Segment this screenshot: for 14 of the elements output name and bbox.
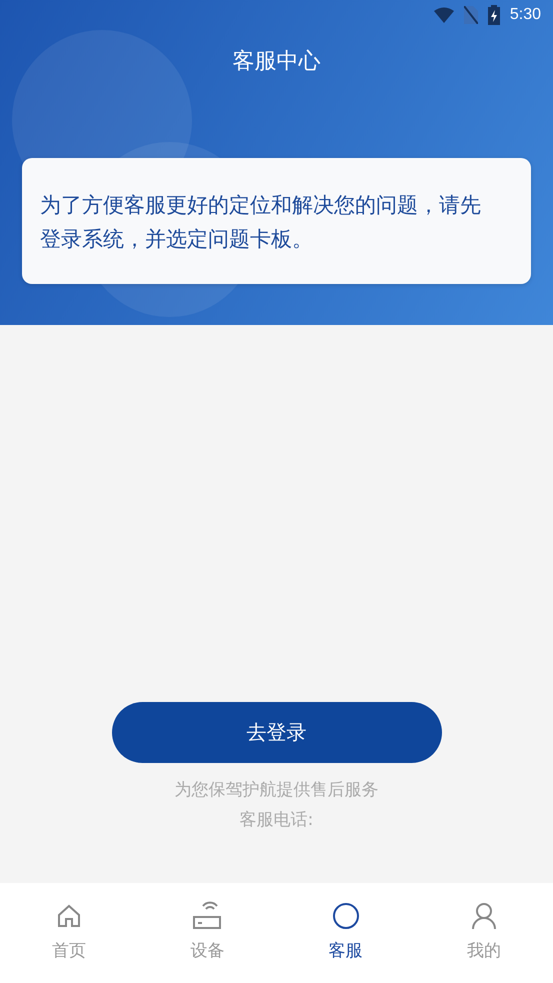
- wifi-icon: [434, 7, 454, 23]
- notice-card: 为了方便客服更好的定位和解决您的问题，请先登录系统，并选定问题卡板。: [22, 158, 531, 284]
- service-text: 客服电话:: [240, 809, 314, 832]
- no-sim-icon: [464, 6, 478, 24]
- tab-item[interactable]: 客服: [276, 883, 415, 983]
- router-icon: [192, 901, 222, 931]
- login-button[interactable]: 去登录: [112, 702, 442, 763]
- page-title: 客服中心: [232, 48, 320, 76]
- tab-item[interactable]: 设备: [138, 883, 276, 983]
- battery-icon: [488, 5, 500, 25]
- tab-item[interactable]: 我的: [414, 883, 553, 983]
- tab-item[interactable]: 首页: [0, 883, 138, 983]
- status-time: 5:30: [510, 6, 541, 24]
- service-text: 为您保驾护航提供售后服务: [174, 779, 378, 802]
